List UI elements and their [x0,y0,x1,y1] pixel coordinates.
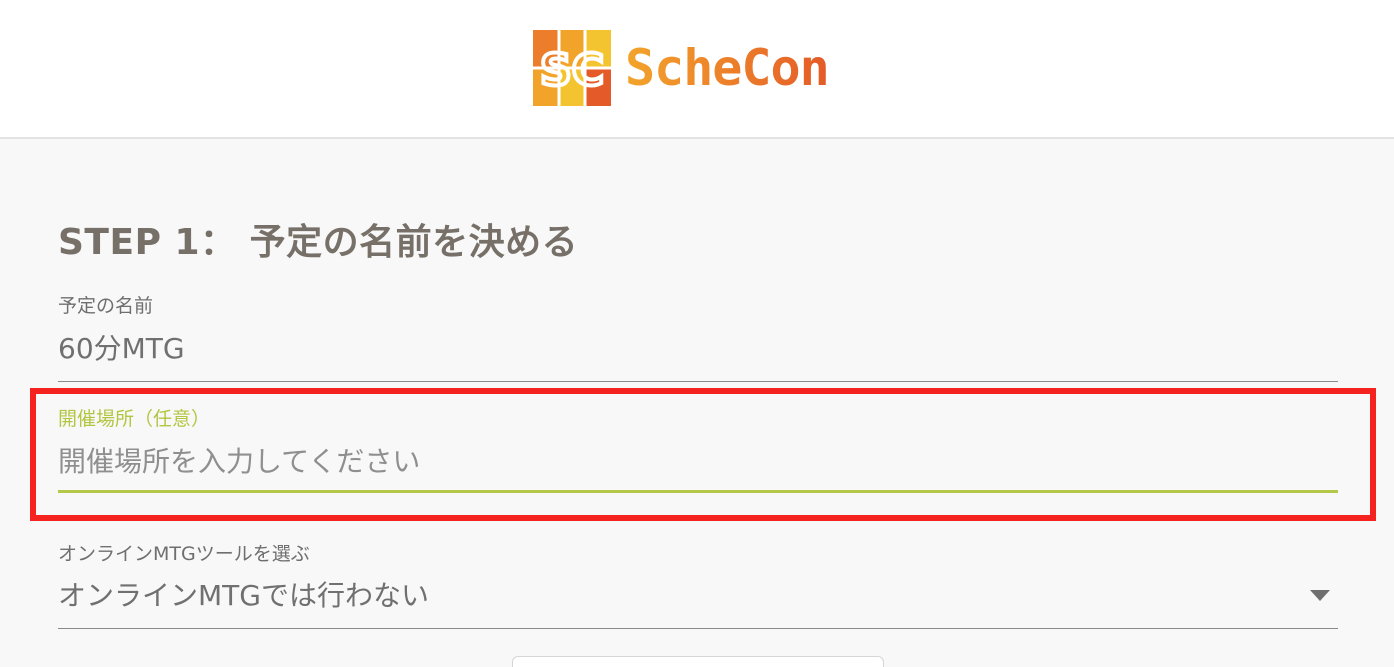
app-header: SC ScheCon [0,0,1394,139]
location-input[interactable] [58,442,1338,480]
location-label: 開催場所（任意） [58,408,211,430]
svg-text:SC: SC [540,45,604,96]
event-name-label: 予定の名前 [58,295,154,317]
event-name-field[interactable]: 予定の名前 60分MTG [58,294,1338,382]
step-form: STEP 1： 予定の名前を決める 予定の名前 60分MTG 開催場所（任意） … [0,139,1394,667]
logo-wordmark: ScheCon [625,30,830,106]
online-tool-label: オンラインMTGツールを選ぶ [58,543,310,565]
schecon-logo-icon: SC [533,30,611,106]
online-tool-select[interactable]: オンラインMTGツールを選ぶ オンラインMTGでは行わない [58,542,1338,629]
chevron-down-icon[interactable] [1310,590,1330,601]
location-field[interactable]: 開催場所（任意） [58,407,1338,493]
event-name-input[interactable]: 60分MTG [58,330,1338,368]
online-tool-selected-value[interactable]: オンラインMTGでは行わない [58,577,1338,615]
event-name-underline [58,381,1338,382]
next-button[interactable] [512,656,884,667]
location-underline [58,490,1338,493]
step-title: STEP 1： 予定の名前を決める [58,222,579,263]
schecon-logo[interactable]: SC ScheCon [533,30,830,106]
online-tool-underline [58,628,1338,629]
